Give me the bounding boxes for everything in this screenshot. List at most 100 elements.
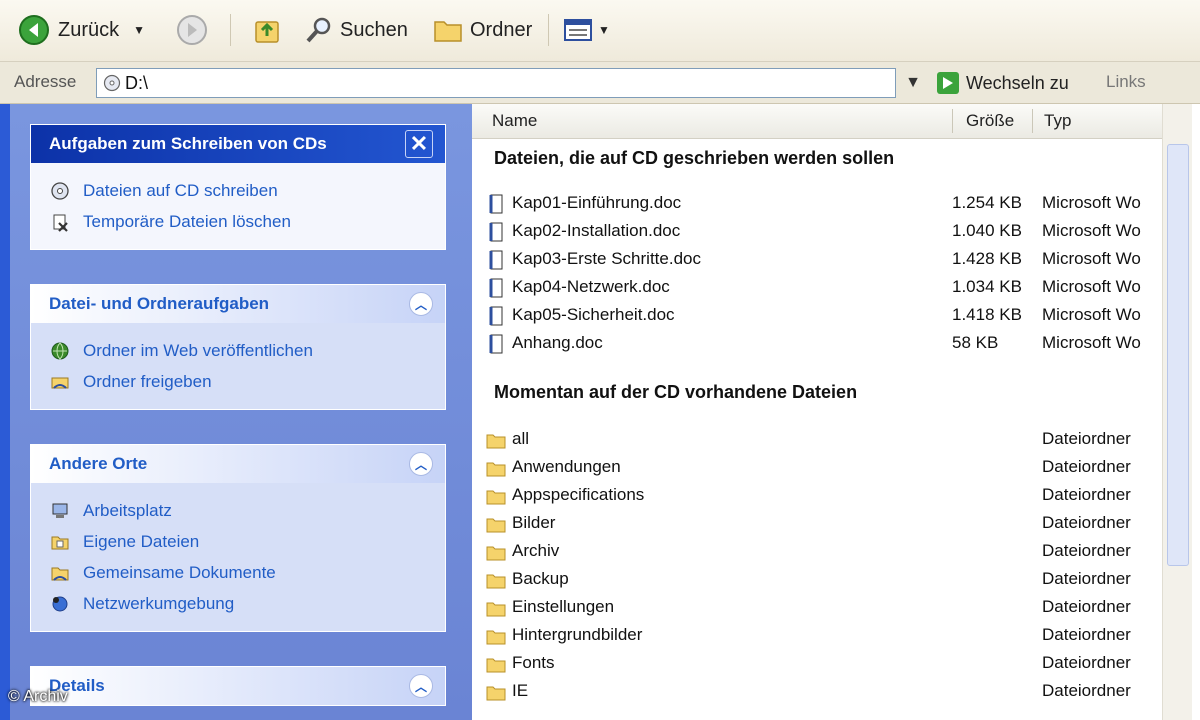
window-frame-left [0, 0, 10, 720]
file-row[interactable]: Kap05-Sicherheit.doc 1.418 KB Microsoft … [486, 302, 1156, 330]
place-network[interactable]: Netzwerkumgebung [49, 588, 427, 619]
file-folder-tasks-panel: Datei- und Ordneraufgaben ︿ Ordner im We… [30, 284, 446, 410]
file-name: Kap03-Erste Schritte.doc [512, 249, 701, 268]
collapse-icon[interactable]: ︿ [409, 452, 433, 476]
folder-row[interactable]: IE Dateiordner [486, 678, 1156, 706]
scrollbar-thumb[interactable] [1167, 144, 1189, 566]
folder-name: Hintergrundbilder [512, 625, 643, 644]
place-my-computer[interactable]: Arbeitsplatz [49, 495, 427, 526]
folder-icon [486, 625, 506, 647]
folder-icon [486, 457, 506, 479]
panel-header[interactable]: Andere Orte ︿ [31, 445, 445, 483]
folder-icon [486, 681, 506, 703]
column-divider[interactable] [952, 109, 953, 133]
views-button[interactable]: ▼ [562, 10, 610, 50]
folder-icon [486, 485, 506, 507]
folder-name: all [512, 429, 530, 448]
search-button[interactable]: Suchen [304, 10, 408, 50]
place-my-documents[interactable]: Eigene Dateien [49, 526, 427, 557]
group-header-pending: Dateien, die auf CD geschrieben werden s… [494, 148, 895, 168]
task-delete-temp[interactable]: Temporäre Dateien löschen [49, 206, 427, 237]
file-size: 1.428 KB [952, 249, 1022, 268]
file-size: 1.254 KB [952, 193, 1022, 212]
close-icon[interactable]: ✕ [405, 130, 433, 158]
up-folder-button[interactable] [252, 10, 282, 50]
folder-name: Fonts [512, 653, 555, 672]
file-list: Name Größe Typ Dateien, die auf CD gesch… [472, 104, 1200, 720]
folder-name: Archiv [512, 541, 560, 560]
column-header-name[interactable]: Name [492, 111, 537, 131]
vertical-scrollbar[interactable] [1162, 104, 1192, 720]
chevron-down-icon[interactable]: ▼ [133, 23, 145, 37]
collapse-icon[interactable]: ︿ [409, 674, 433, 698]
place-label: Gemeinsame Dokumente [83, 562, 276, 582]
panel-body: Ordner im Web veröffentlichen Ordner fre… [31, 323, 445, 409]
folder-name: IE [512, 681, 529, 700]
column-header-type[interactable]: Typ [1044, 111, 1071, 131]
file-name: Kap04-Netzwerk.doc [512, 277, 670, 296]
file-type: Microsoft Wo [1042, 277, 1141, 296]
address-dropdown-button[interactable]: ▼ [900, 68, 926, 98]
task-share-folder[interactable]: Ordner freigeben [49, 366, 427, 397]
back-button[interactable]: Zurück ▼ [18, 10, 145, 50]
folder-row[interactable]: Fonts Dateiordner [486, 650, 1156, 678]
document-icon [486, 193, 506, 215]
folder-row[interactable]: Einstellungen Dateiordner [486, 594, 1156, 622]
folders-label: Ordner [470, 18, 533, 41]
file-row[interactable]: Kap01-Einführung.doc 1.254 KB Microsoft … [486, 190, 1156, 218]
file-row[interactable]: Anhang.doc 58 KB Microsoft Wo [486, 330, 1156, 358]
go-button[interactable]: Wechseln zu [936, 68, 1069, 98]
forward-arrow-icon [176, 14, 208, 46]
my-documents-icon [49, 532, 71, 552]
share-icon [49, 372, 71, 392]
folder-row[interactable]: Appspecifications Dateiordner [486, 482, 1156, 510]
place-shared-documents[interactable]: Gemeinsame Dokumente [49, 557, 427, 588]
collapse-icon[interactable]: ︿ [409, 292, 433, 316]
go-arrow-icon [936, 71, 960, 95]
group-header-on-cd: Momentan auf der CD vorhandene Dateien [494, 382, 858, 402]
file-name: Kap01-Einführung.doc [512, 193, 682, 212]
folder-row[interactable]: all Dateiordner [486, 426, 1156, 454]
file-type: Microsoft Wo [1042, 193, 1141, 212]
folder-row[interactable]: Hintergrundbilder Dateiordner [486, 622, 1156, 650]
folder-type: Dateiordner [1042, 653, 1131, 672]
folder-type: Dateiordner [1042, 513, 1131, 532]
task-publish-web[interactable]: Ordner im Web veröffentlichen [49, 335, 427, 366]
panel-body: Arbeitsplatz Eigene Dateien Gemeinsame D… [31, 483, 445, 631]
folder-icon [486, 569, 506, 591]
address-input[interactable]: D:\ [96, 68, 896, 98]
file-row[interactable]: Kap03-Erste Schritte.doc 1.428 KB Micros… [486, 246, 1156, 274]
panel-header[interactable]: Details ︿ [31, 667, 445, 705]
folder-type: Dateiordner [1042, 541, 1131, 560]
address-label: Adresse [14, 72, 77, 91]
place-label: Arbeitsplatz [83, 500, 172, 520]
task-write-cd[interactable]: Dateien auf CD schreiben [49, 175, 427, 206]
cd-tasks-panel: Aufgaben zum Schreiben von CDs ✕ Dateien… [30, 124, 446, 250]
file-type: Microsoft Wo [1042, 305, 1141, 324]
panel-title: Datei- und Ordneraufgaben [49, 294, 270, 313]
folder-icon [486, 513, 506, 535]
toolbar: Zurück ▼ Suchen Ordner ▼ [0, 0, 1200, 62]
file-row[interactable]: Kap04-Netzwerk.doc 1.034 KB Microsoft Wo [486, 274, 1156, 302]
forward-button[interactable] [176, 10, 208, 50]
column-divider[interactable] [1032, 109, 1033, 133]
links-label[interactable]: Links [1106, 72, 1146, 92]
column-header-size[interactable]: Größe [966, 111, 1014, 131]
folder-row[interactable]: Backup Dateiordner [486, 566, 1156, 594]
folders-button[interactable]: Ordner [432, 10, 532, 50]
folder-row[interactable]: Bilder Dateiordner [486, 510, 1156, 538]
folder-name: Bilder [512, 513, 556, 532]
panel-header[interactable]: Aufgaben zum Schreiben von CDs ✕ [31, 125, 445, 163]
network-icon [49, 594, 71, 614]
shared-documents-icon [49, 563, 71, 583]
folder-icon [486, 653, 506, 675]
folder-type: Dateiordner [1042, 569, 1131, 588]
panel-header[interactable]: Datei- und Ordneraufgaben ︿ [31, 285, 445, 323]
folder-type: Dateiordner [1042, 485, 1131, 504]
task-label: Dateien auf CD schreiben [83, 180, 278, 200]
folder-type: Dateiordner [1042, 457, 1131, 476]
address-bar: Adresse D:\ ▼ Wechseln zu Links [0, 62, 1200, 104]
folder-row[interactable]: Anwendungen Dateiordner [486, 454, 1156, 482]
file-row[interactable]: Kap02-Installation.doc 1.040 KB Microsof… [486, 218, 1156, 246]
folder-row[interactable]: Archiv Dateiordner [486, 538, 1156, 566]
